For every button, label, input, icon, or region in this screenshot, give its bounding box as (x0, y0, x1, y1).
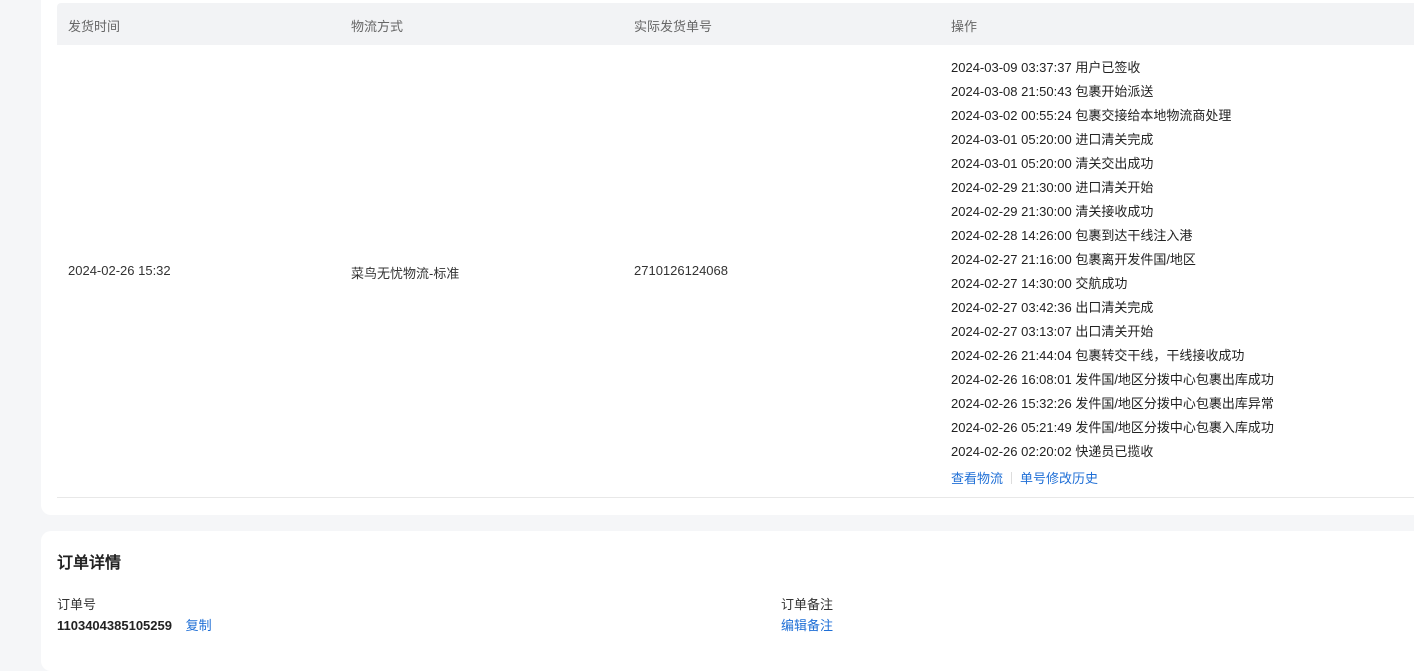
order-number-label: 订单号 (57, 597, 97, 612)
tracking-log-entry: 2024-02-27 03:13:07 出口清关开始 (951, 324, 1154, 339)
tracking-log-entry: 2024-02-29 21:30:00 清关接收成功 (951, 204, 1154, 219)
row-divider (57, 497, 1414, 498)
tracking-log: 2024-03-09 03:37:37 用户已签收 2024-03-08 21:5… (951, 59, 1274, 467)
view-logistics-link[interactable]: 查看物流 (951, 468, 1003, 487)
header-actions: 操作 (951, 19, 978, 34)
order-remark-label: 订单备注 (781, 597, 834, 612)
logistics-method: 菜鸟无忧物流-标准 (351, 266, 460, 281)
tracking-log-entry: 2024-02-27 14:30:00 交航成功 (951, 276, 1128, 291)
action-links: 查看物流 单号修改历史 (951, 468, 1098, 487)
tracking-log-entry: 2024-02-26 02:20:02 快递员已揽收 (951, 444, 1154, 459)
header-tracking-no: 实际发货单号 (634, 19, 713, 34)
tracking-log-entry: 2024-02-26 21:44:04 包裹转交干线，干线接收成功 (951, 348, 1245, 363)
tracking-log-entry: 2024-03-09 03:37:37 用户已签收 (951, 60, 1141, 75)
shipment-card: 发货时间 物流方式 实际发货单号 操作 2024-02-26 15:32 菜鸟无… (41, 0, 1414, 515)
table-header: 发货时间 物流方式 实际发货单号 操作 (57, 3, 1414, 45)
tracking-log-entry: 2024-02-26 05:21:49 发件国/地区分拨中心包裹入库成功 (951, 420, 1274, 435)
ship-time: 2024-02-26 15:32 (68, 263, 171, 278)
tracking-log-entry: 2024-02-28 14:26:00 包裹到达干线注入港 (951, 228, 1193, 243)
edit-remark-link[interactable]: 编辑备注 (781, 615, 833, 634)
link-separator (1011, 471, 1013, 484)
order-number: 1103404385105259 (57, 618, 172, 633)
section-title: 订单详情 (57, 555, 122, 572)
edit-history-link[interactable]: 单号修改历史 (1020, 468, 1098, 487)
tracking-log-entry: 2024-02-27 03:42:36 出口清关完成 (951, 300, 1154, 315)
header-method: 物流方式 (351, 19, 404, 34)
tracking-log-entry: 2024-02-26 15:32:26 发件国/地区分拨中心包裹出库异常 (951, 396, 1274, 411)
tracking-log-entry: 2024-03-02 00:55:24 包裹交接给本地物流商处理 (951, 108, 1232, 123)
copy-link[interactable]: 复制 (186, 618, 212, 633)
tracking-number: 2710126124068 (634, 263, 728, 278)
tracking-log-entry: 2024-02-27 21:16:00 包裹离开发件国/地区 (951, 252, 1196, 267)
tracking-log-entry: 2024-02-26 16:08:01 发件国/地区分拨中心包裹出库成功 (951, 372, 1274, 387)
tracking-log-entry: 2024-02-29 21:30:00 进口清关开始 (951, 180, 1154, 195)
order-details-card: 订单详情 订单号 1103404385105259 复制 订单备注 编辑备注 (41, 531, 1414, 671)
tracking-log-entry: 2024-03-01 05:20:00 进口清关完成 (951, 132, 1154, 147)
tracking-log-entry: 2024-03-01 05:20:00 清关交出成功 (951, 156, 1154, 171)
tracking-log-entry: 2024-03-08 21:50:43 包裹开始派送 (951, 84, 1154, 99)
header-ship-time: 发货时间 (68, 19, 121, 34)
